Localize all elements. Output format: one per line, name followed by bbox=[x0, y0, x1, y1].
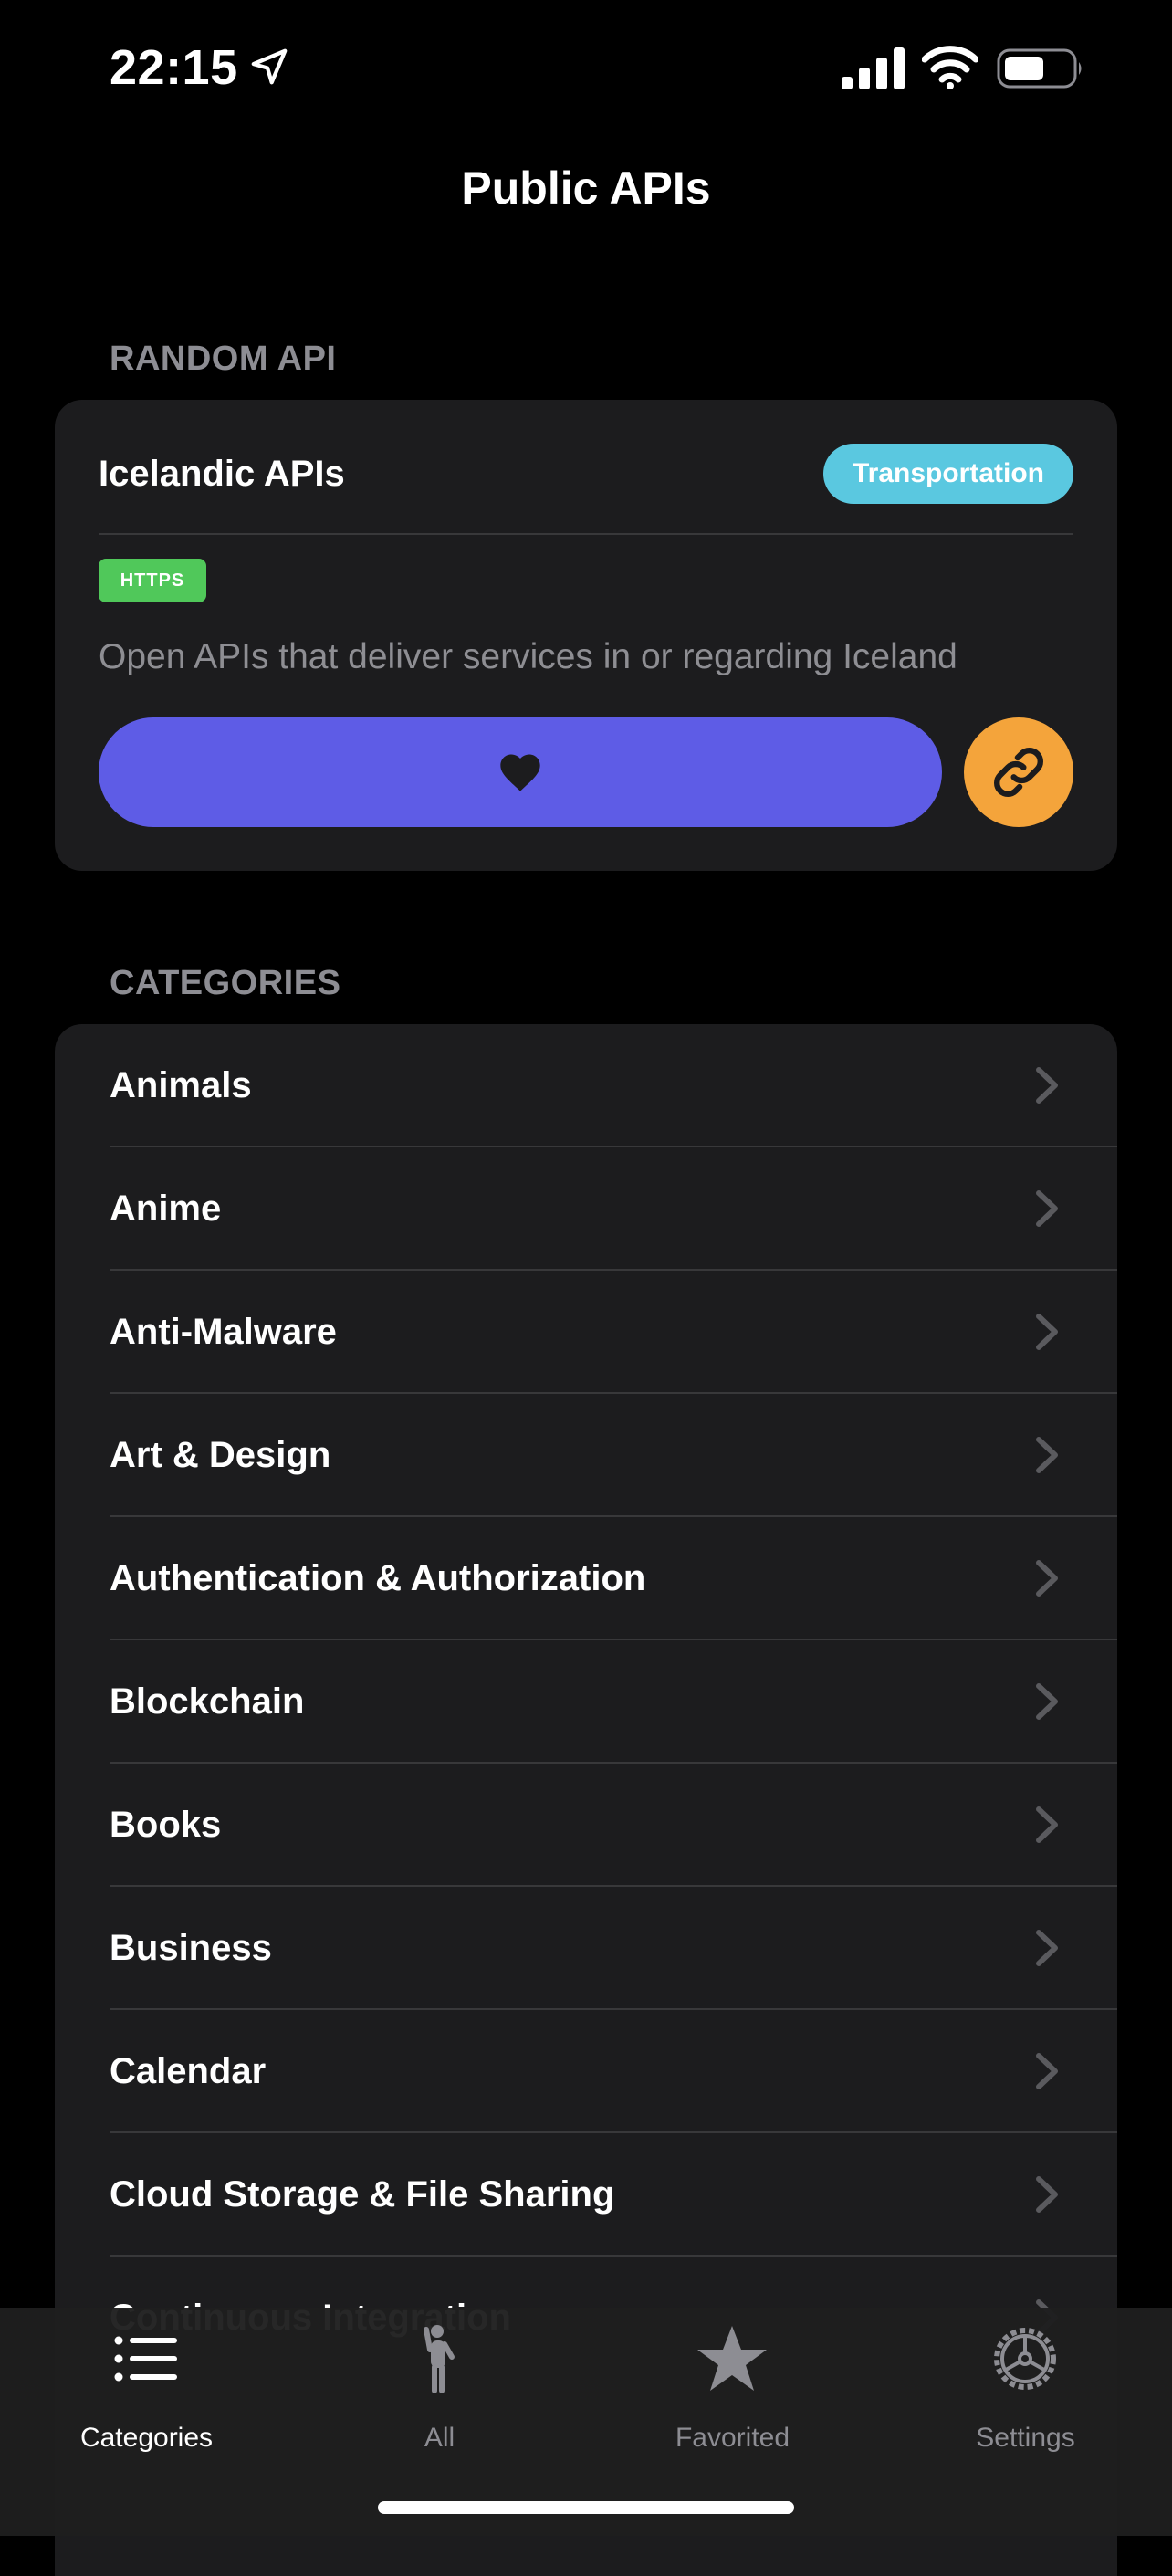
category-row-authentication[interactable]: Authentication & Authorization bbox=[55, 1517, 1117, 1640]
link-icon bbox=[994, 748, 1043, 797]
chevron-right-icon bbox=[1036, 1683, 1058, 1720]
category-label: Art & Design bbox=[110, 1435, 331, 1475]
category-row-calendar[interactable]: Calendar bbox=[55, 2010, 1117, 2133]
category-label: Anime bbox=[110, 1189, 222, 1229]
category-row-animals[interactable]: Animals bbox=[55, 1024, 1117, 1147]
api-name: Icelandic APIs bbox=[99, 454, 345, 494]
favorite-button[interactable] bbox=[99, 717, 942, 827]
status-time: 22:15 bbox=[110, 40, 238, 95]
chevron-right-icon bbox=[1036, 1560, 1058, 1597]
tab-label: Settings bbox=[976, 2423, 1075, 2453]
chevron-right-icon bbox=[1036, 2176, 1058, 2213]
card-divider bbox=[99, 533, 1073, 535]
category-badge[interactable]: Transportation bbox=[822, 444, 1073, 504]
https-badge: HTTPS bbox=[99, 559, 206, 602]
chevron-right-icon bbox=[1036, 2053, 1058, 2089]
category-row-books[interactable]: Books bbox=[55, 1764, 1117, 1887]
page-title: Public APIs bbox=[461, 162, 711, 214]
status-bar: 22:15 bbox=[0, 0, 1172, 137]
category-label: Calendar bbox=[110, 2051, 267, 2091]
chevron-right-icon bbox=[1036, 1067, 1058, 1104]
gear-icon bbox=[994, 2328, 1056, 2390]
category-label: Cloud Storage & File Sharing bbox=[110, 2174, 615, 2215]
category-row-anti-malware[interactable]: Anti-Malware bbox=[55, 1271, 1117, 1394]
chevron-right-icon bbox=[1036, 1190, 1058, 1227]
category-row-anime[interactable]: Anime bbox=[55, 1147, 1117, 1271]
list-icon bbox=[114, 2336, 177, 2382]
category-label: Books bbox=[110, 1805, 222, 1845]
chevron-right-icon bbox=[1036, 1314, 1058, 1350]
open-link-button[interactable] bbox=[964, 717, 1073, 827]
tab-settings[interactable]: Settings bbox=[879, 2308, 1172, 2463]
star-icon bbox=[697, 2326, 767, 2391]
chevron-right-icon bbox=[1036, 1437, 1058, 1473]
category-label: Animals bbox=[110, 1065, 252, 1105]
wifi-icon bbox=[922, 46, 978, 89]
random-api-card[interactable]: Icelandic APIs Transportation HTTPS Open… bbox=[55, 400, 1117, 871]
category-label: Blockchain bbox=[110, 1681, 305, 1722]
battery-icon bbox=[997, 48, 1082, 89]
api-description: Open APIs that deliver services in or re… bbox=[99, 637, 957, 676]
tab-favorited[interactable]: Favorited bbox=[586, 2308, 879, 2463]
category-row-art-design[interactable]: Art & Design bbox=[55, 1394, 1117, 1517]
tab-label: Categories bbox=[79, 2423, 214, 2453]
random-api-section-header: RANDOM API bbox=[110, 340, 337, 378]
chevron-right-icon bbox=[1036, 1930, 1058, 1966]
categories-section-header: CATEGORIES bbox=[110, 964, 341, 1002]
tab-label: All bbox=[424, 2423, 455, 2453]
category-row-cloud-storage[interactable]: Cloud Storage & File Sharing bbox=[55, 2133, 1117, 2257]
location-arrow-icon bbox=[251, 48, 288, 85]
category-label: Business bbox=[110, 1928, 272, 1968]
tab-all[interactable]: All bbox=[293, 2308, 586, 2463]
home-indicator bbox=[378, 2501, 794, 2514]
category-row-blockchain[interactable]: Blockchain bbox=[55, 1640, 1117, 1764]
category-row-business[interactable]: Business bbox=[55, 1887, 1117, 2010]
category-label: Anti-Malware bbox=[110, 1312, 337, 1352]
tab-categories[interactable]: Categories bbox=[0, 2308, 293, 2463]
heart-icon bbox=[500, 754, 540, 791]
person-waving-icon bbox=[424, 2325, 455, 2393]
chevron-right-icon bbox=[1036, 1806, 1058, 1843]
cellular-signal-icon bbox=[842, 47, 905, 89]
tab-label: Favorited bbox=[675, 2423, 790, 2453]
category-label: Authentication & Authorization bbox=[110, 1558, 646, 1598]
